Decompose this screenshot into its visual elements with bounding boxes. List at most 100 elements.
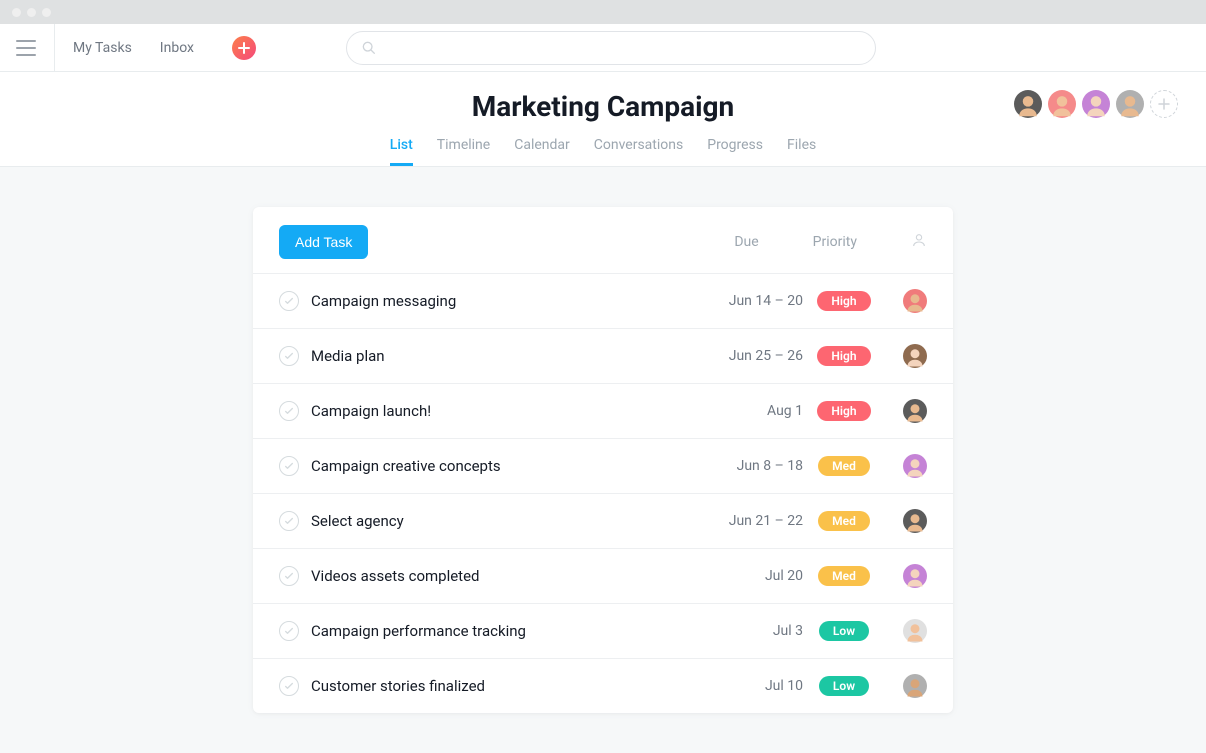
priority-badge: High (817, 346, 870, 366)
task-due-date: Aug 1 (703, 403, 803, 419)
person-icon (911, 232, 927, 248)
member-avatar[interactable] (1082, 90, 1110, 118)
task-list: Campaign messaging Jun 14 – 20 High Medi… (253, 274, 953, 713)
task-name: Campaign launch! (311, 402, 703, 420)
assignee-avatar (903, 399, 927, 423)
tab-conversations[interactable]: Conversations (594, 137, 683, 166)
task-due-date: Jul 20 (703, 568, 803, 584)
task-due-date: Jun 8 – 18 (703, 458, 803, 474)
task-row[interactable]: Campaign messaging Jun 14 – 20 High (253, 274, 953, 329)
complete-task-button[interactable] (279, 511, 299, 531)
top-nav: My Tasks Inbox (0, 24, 1206, 72)
search-field[interactable] (346, 31, 876, 65)
task-row[interactable]: Campaign performance tracking Jul 3 Low (253, 604, 953, 659)
task-assignee[interactable] (885, 454, 927, 478)
task-name: Campaign performance tracking (311, 622, 703, 640)
task-due-date: Jun 21 – 22 (703, 513, 803, 529)
check-icon (284, 296, 294, 306)
task-priority: Low (803, 676, 885, 696)
task-name: Campaign messaging (311, 292, 703, 310)
task-priority: High (803, 346, 885, 366)
search-input[interactable] (387, 32, 861, 64)
task-row[interactable]: Customer stories finalized Jul 10 Low (253, 659, 953, 713)
project-tabs: List Timeline Calendar Conversations Progres… (0, 137, 1206, 166)
assignee-avatar (903, 454, 927, 478)
task-priority: High (803, 401, 885, 421)
divider (54, 24, 55, 72)
task-row[interactable]: Campaign creative concepts Jun 8 – 18 Me… (253, 439, 953, 494)
window-dot (42, 8, 51, 17)
main-content: Add Task Due Priority Campaign messaging… (0, 167, 1206, 753)
assignee-avatar (903, 619, 927, 643)
task-assignee[interactable] (885, 509, 927, 533)
add-task-button[interactable]: Add Task (279, 225, 368, 259)
project-header: Marketing Campaign ListTimelineCalendarC… (0, 72, 1206, 167)
add-member-button[interactable] (1150, 90, 1178, 118)
task-due-date: Jul 10 (703, 678, 803, 694)
complete-task-button[interactable] (279, 621, 299, 641)
priority-badge: High (817, 291, 870, 311)
task-list-card: Add Task Due Priority Campaign messaging… (253, 207, 953, 713)
task-priority: Med (803, 511, 885, 531)
list-header: Add Task Due Priority (253, 207, 953, 274)
check-icon (284, 571, 294, 581)
complete-task-button[interactable] (279, 346, 299, 366)
task-priority: Low (803, 621, 885, 641)
due-column-header: Due (734, 234, 758, 250)
quick-add-button[interactable] (232, 36, 256, 60)
task-assignee[interactable] (885, 344, 927, 368)
priority-column-header: Priority (813, 234, 857, 250)
complete-task-button[interactable] (279, 456, 299, 476)
project-members (1014, 90, 1178, 118)
task-name: Customer stories finalized (311, 677, 703, 695)
search-icon (361, 40, 377, 56)
tab-list[interactable]: List (390, 137, 413, 166)
tab-calendar[interactable]: Calendar (514, 137, 570, 166)
member-avatar[interactable] (1048, 90, 1076, 118)
task-row[interactable]: Select agency Jun 21 – 22 Med (253, 494, 953, 549)
plus-icon (238, 42, 250, 54)
member-avatar[interactable] (1116, 90, 1144, 118)
tab-progress[interactable]: Progress (707, 137, 763, 166)
task-name: Campaign creative concepts (311, 457, 703, 475)
task-row[interactable]: Campaign launch! Aug 1 High (253, 384, 953, 439)
check-icon (284, 516, 294, 526)
priority-badge: Low (819, 676, 869, 696)
assignee-avatar (903, 289, 927, 313)
complete-task-button[interactable] (279, 401, 299, 421)
member-avatar[interactable] (1014, 90, 1042, 118)
task-priority: High (803, 291, 885, 311)
task-row[interactable]: Media plan Jun 25 – 26 High (253, 329, 953, 384)
task-name: Videos assets completed (311, 567, 703, 585)
menu-icon[interactable] (16, 40, 36, 56)
check-icon (284, 626, 294, 636)
window-chrome (0, 0, 1206, 24)
complete-task-button[interactable] (279, 291, 299, 311)
complete-task-button[interactable] (279, 676, 299, 696)
tab-files[interactable]: Files (787, 137, 816, 166)
task-assignee[interactable] (885, 399, 927, 423)
complete-task-button[interactable] (279, 566, 299, 586)
task-row[interactable]: Videos assets completed Jul 20 Med (253, 549, 953, 604)
task-due-date: Jun 14 – 20 (703, 293, 803, 309)
check-icon (284, 461, 294, 471)
priority-badge: Med (818, 566, 870, 586)
task-name: Media plan (311, 347, 703, 365)
task-assignee[interactable] (885, 674, 927, 698)
window-dot (12, 8, 21, 17)
priority-badge: Low (819, 621, 869, 641)
task-assignee[interactable] (885, 564, 927, 588)
task-priority: Med (803, 566, 885, 586)
nav-my-tasks[interactable]: My Tasks (73, 40, 132, 56)
task-assignee[interactable] (885, 619, 927, 643)
column-headers: Due Priority (734, 232, 927, 252)
nav-inbox[interactable]: Inbox (160, 40, 194, 56)
assignee-avatar (903, 509, 927, 533)
check-icon (284, 681, 294, 691)
task-assignee[interactable] (885, 289, 927, 313)
tab-timeline[interactable]: Timeline (437, 137, 490, 166)
plus-icon (1158, 98, 1170, 110)
assignee-avatar (903, 674, 927, 698)
task-due-date: Jun 25 – 26 (703, 348, 803, 364)
priority-badge: Med (818, 511, 870, 531)
